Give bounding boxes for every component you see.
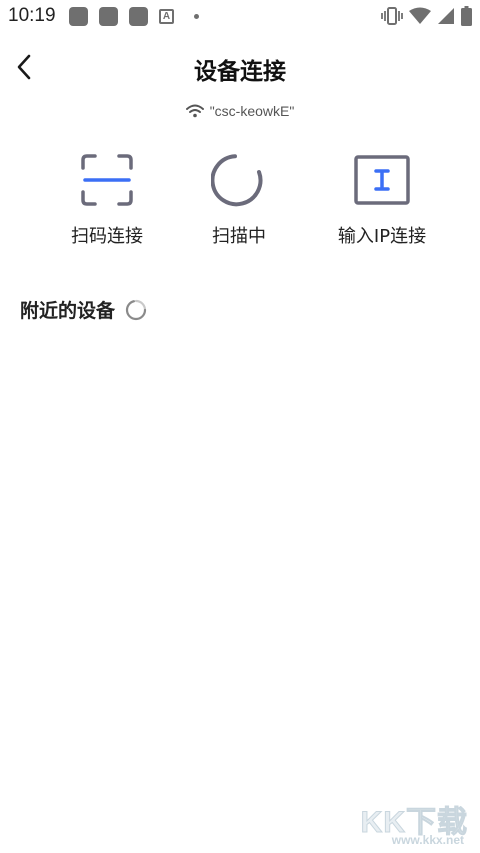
- scan-qr-connect-label: 扫码连接: [71, 226, 143, 247]
- nearby-devices-title: 附近的设备: [20, 300, 116, 322]
- wifi-icon: [185, 104, 204, 118]
- dot-icon: [194, 14, 199, 19]
- scanning-button[interactable]: 扫描中: [164, 150, 314, 248]
- scan-qr-connect-button[interactable]: 扫码连接: [32, 150, 182, 248]
- status-time: 10:19: [8, 5, 56, 26]
- ip-connect-label: 输入IP连接: [337, 226, 427, 247]
- page-title: 设备连接: [194, 59, 286, 85]
- network-ssid: "csc-keowkE": [209, 103, 295, 119]
- vibrate-icon: [381, 7, 403, 25]
- text-input-icon: [354, 155, 410, 205]
- nearby-devices-header: 附近的设备: [20, 296, 147, 323]
- app-notification-icon: [99, 7, 118, 26]
- battery-icon: [461, 6, 472, 26]
- system-icons: [381, 6, 472, 26]
- app-notification-icon: [129, 7, 148, 26]
- signal-icon: [438, 8, 454, 24]
- ip-connect-button[interactable]: 输入IP连接: [307, 150, 457, 248]
- status-bar: 10:19 A: [0, 0, 480, 32]
- watermark-url: www.kkx.net: [391, 833, 464, 847]
- text-a-icon: A: [159, 9, 174, 24]
- current-network: "csc-keowkE": [0, 103, 480, 119]
- wifi-icon: [409, 7, 431, 24]
- scanning-label: 扫描中: [212, 226, 266, 247]
- spinner-icon: [125, 299, 147, 320]
- loading-ring-icon: [211, 154, 263, 207]
- watermark: KK下载 www.kkx.net: [348, 797, 468, 848]
- scan-frame-icon: [81, 154, 133, 206]
- app-notification-icon: [69, 7, 88, 26]
